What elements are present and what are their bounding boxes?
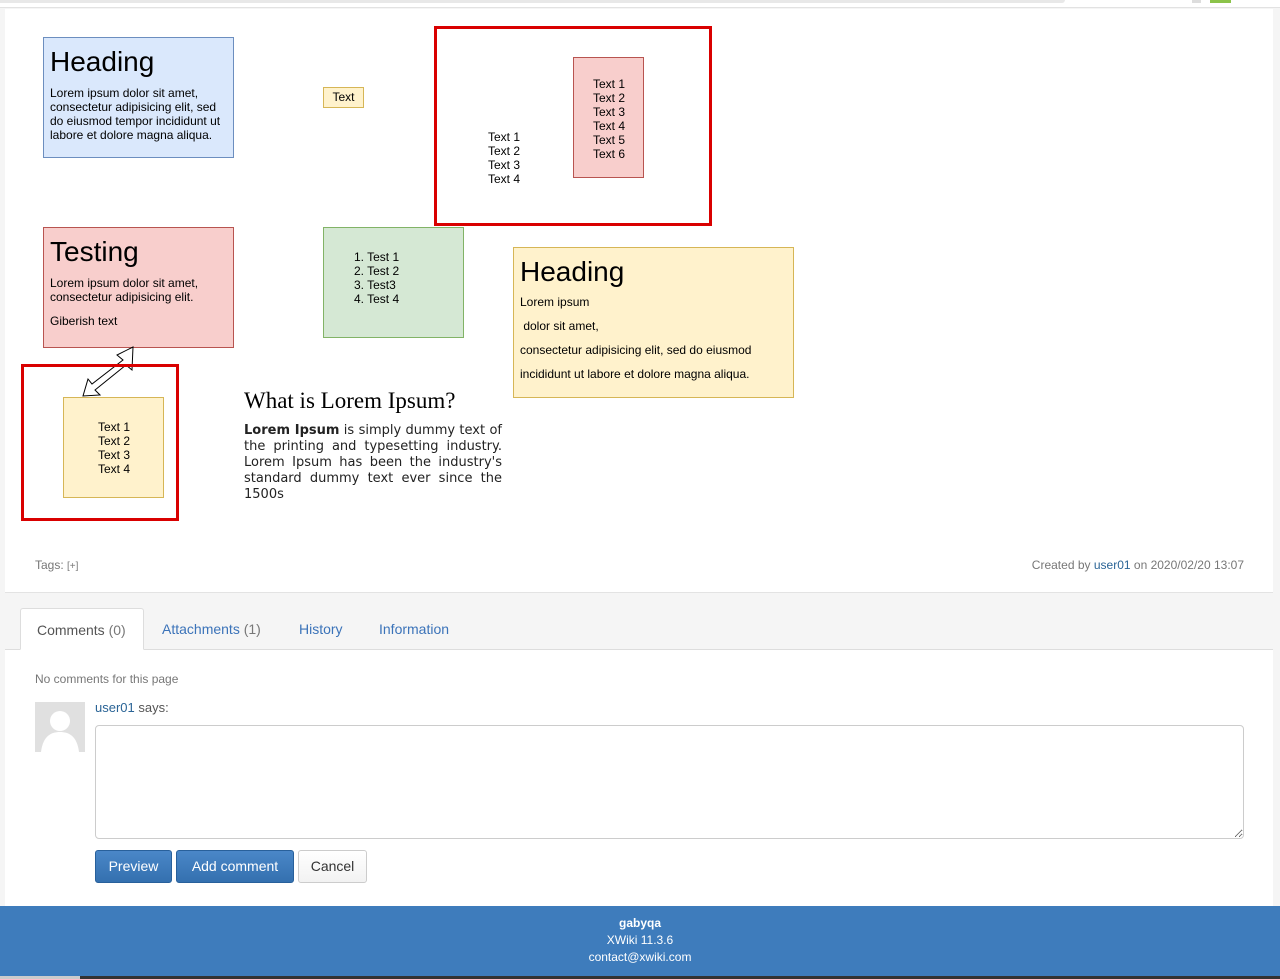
diagram-testing-title: Testing <box>50 236 139 267</box>
list-item: Text 1 <box>98 420 131 434</box>
lorem-title: What is Lorem Ipsum? <box>244 388 456 413</box>
comment-says: says: <box>138 700 169 715</box>
list-item: 3. Test3 <box>354 278 396 292</box>
top-scroll-indicator <box>0 0 1065 3</box>
diagram-heading2-line: incididunt ut labore et dolore magna ali… <box>520 367 750 381</box>
tab-comments[interactable]: Comments (0) <box>20 608 144 650</box>
diagram-heading2-line: Lorem ipsum <box>520 295 590 309</box>
list-item: Text 3 <box>593 105 626 119</box>
add-tag-link[interactable]: [+] <box>67 561 78 572</box>
tab-comments-count: (0) <box>108 622 126 638</box>
diagram-heading-box: Heading Lorem ipsum dolor sit amet, cons… <box>43 37 234 158</box>
comment-textarea[interactable] <box>95 725 1244 839</box>
created-user-link[interactable]: user01 <box>1094 558 1131 572</box>
diagram-numbered-list: 1. Test 1 2. Test 2 3. Test3 4. Test 4 <box>323 227 464 338</box>
list-item: Text 4 <box>488 172 521 186</box>
add-comment-button[interactable]: Add comment <box>176 850 294 883</box>
tab-attachments-count: (1) <box>243 621 261 637</box>
diagram-heading2-box: Heading Lorem ipsum dolor sit amet, cons… <box>513 247 794 398</box>
diagram-heading2-title: Heading <box>520 256 625 287</box>
list-item: Text 3 <box>98 448 131 462</box>
lorem-bold: Lorem Ipsum <box>244 423 340 438</box>
diagram-testing-extra: Giberish text <box>50 314 118 328</box>
top-toolbar-badge <box>1210 0 1231 3</box>
list-item: Text 1 <box>593 77 626 91</box>
tab-attachments-label: Attachments <box>162 621 240 637</box>
diagram-heading-title: Heading <box>50 46 155 77</box>
page-footer: gabyqa XWiki 11.3.6 contact@xwiki.com <box>0 906 1280 979</box>
list-item: Text 4 <box>98 462 131 476</box>
created-by: Created by user01 on 2020/02/20 13:07 <box>1032 558 1244 572</box>
docextra-tabs: Comments (0) Attachments (1) History Inf… <box>5 597 1273 650</box>
top-toolbar-mark <box>1192 0 1201 3</box>
cancel-button[interactable]: Cancel <box>298 850 367 883</box>
footer-contact-link[interactable]: contact@xwiki.com <box>0 949 1280 966</box>
no-comments-text: No comments for this page <box>35 672 179 686</box>
list-item: Text 5 <box>593 133 626 147</box>
list-item: 4. Test 4 <box>354 292 400 306</box>
diagram-testing-box: Testing Lorem ipsum dolor sit amet, cons… <box>43 227 234 348</box>
list-item: 1. Test 1 <box>354 250 400 264</box>
diagram-heading2-line: dolor sit amet, <box>520 319 599 333</box>
list-item: Text 2 <box>98 434 131 448</box>
avatar <box>35 702 85 752</box>
list-item: Text 2 <box>488 144 521 158</box>
tab-attachments[interactable]: Attachments (1) <box>146 608 277 650</box>
diagram-frame-top-list-right: Text 1 Text 2 Text 3 Text 4 Text 5 Text … <box>573 57 644 178</box>
tab-history[interactable]: History <box>283 608 359 650</box>
comment-author-line: user01 says: <box>95 700 169 715</box>
list-item: Text 4 <box>593 119 626 133</box>
list-item: Text 2 <box>593 91 626 105</box>
created-date: on 2020/02/20 13:07 <box>1133 558 1244 572</box>
list-item: Text 3 <box>488 158 521 172</box>
comment-author-link[interactable]: user01 <box>95 700 135 715</box>
diagram-text-label: Text <box>323 87 364 108</box>
list-item: 2. Test 2 <box>354 264 400 278</box>
tab-information[interactable]: Information <box>363 608 465 650</box>
created-prefix: Created by <box>1031 558 1091 572</box>
tab-comments-label: Comments <box>37 622 105 638</box>
diagram-frame-bottom-list: Text 1 Text 2 Text 3 Text 4 <box>63 397 164 498</box>
preview-button[interactable]: Preview <box>95 850 172 883</box>
tags-section: Tags: [+] <box>35 558 78 572</box>
diagram-frame-top-list-left: Text 1 Text 2 Text 3 Text 4 <box>488 130 520 186</box>
lorem-paragraph: Lorem Ipsum is simply dummy text of the … <box>244 423 502 503</box>
list-item: Text 1 <box>488 130 521 144</box>
user-avatar-icon <box>41 711 79 752</box>
tags-label: Tags: <box>35 558 64 572</box>
diagram-heading2-line: consectetur adipisicing elit, sed do eiu… <box>520 343 752 357</box>
diagram-heading-text: Lorem ipsum dolor sit amet, consectetur … <box>50 86 221 142</box>
list-item: Text 6 <box>593 147 626 161</box>
footer-version: XWiki 11.3.6 <box>606 933 674 947</box>
diagram-testing-text: Lorem ipsum dolor sit amet, consectetur … <box>50 276 199 304</box>
footer-site-name: gabyqa <box>618 916 661 930</box>
